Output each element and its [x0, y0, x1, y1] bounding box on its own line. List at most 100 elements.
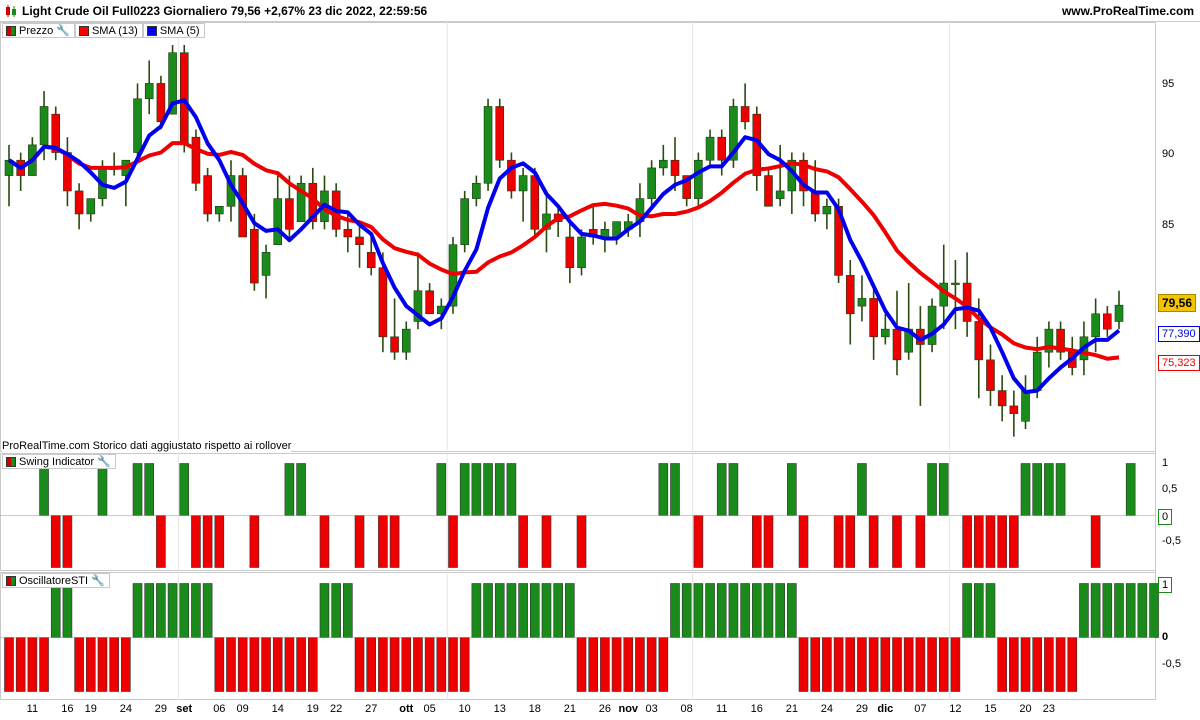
- sma13-value-tag: 75,323: [1158, 355, 1200, 371]
- osc-bar: [401, 637, 412, 692]
- x-tick-label: 13: [493, 703, 506, 715]
- osc-bar: [144, 583, 155, 638]
- swing-bar: [296, 463, 306, 516]
- candle-body: [705, 136, 715, 161]
- legend-price[interactable]: Prezzo 🔧: [2, 23, 75, 38]
- candle-body: [869, 298, 878, 338]
- legend-sma13[interactable]: SMA (13): [74, 23, 143, 38]
- candle-body: [191, 136, 201, 184]
- osc-bar: [1067, 637, 1078, 692]
- osc-bar: [97, 637, 108, 692]
- osc-tick-1: 1: [1158, 577, 1173, 593]
- x-tick-label: 22: [330, 703, 343, 715]
- osc-bar: [378, 637, 388, 692]
- x-tick-label: 21: [785, 703, 798, 715]
- swing-bar: [436, 463, 447, 516]
- swing-bar: [985, 515, 996, 568]
- osc-bar: [553, 583, 563, 638]
- legend-osc[interactable]: OscillatoreSTI 🔧: [2, 573, 110, 588]
- legend-swing[interactable]: Swing Indicator 🔧: [2, 454, 116, 469]
- candle-body: [659, 159, 668, 169]
- osc-bar: [448, 637, 458, 692]
- swing-bar: [448, 515, 458, 568]
- swing-bar: [997, 515, 1007, 568]
- osc-bar: [249, 637, 260, 692]
- x-tick-label: 15: [984, 703, 997, 715]
- osc-bar: [62, 583, 73, 638]
- osc-bar: [4, 637, 14, 692]
- candle-body: [1091, 313, 1100, 338]
- x-tick-label: 07: [914, 703, 927, 715]
- x-tick-label: 05: [423, 703, 436, 715]
- osc-bar: [74, 637, 84, 692]
- osc-bar: [541, 583, 552, 638]
- sma13-line: [7, 141, 1120, 361]
- swing-bar: [1020, 463, 1031, 516]
- osc-bar: [681, 583, 692, 638]
- swing-bar: [191, 515, 201, 568]
- swing-bar: [787, 463, 797, 516]
- swing-bar: [156, 515, 166, 568]
- swing-tick-05: 0,5: [1162, 483, 1178, 495]
- osc-bar: [565, 583, 575, 638]
- candle-body: [1009, 405, 1019, 414]
- x-tick-label: 12: [949, 703, 962, 715]
- price-legend: Prezzo 🔧 SMA (13) SMA (5): [2, 23, 205, 39]
- osc-bar: [121, 637, 131, 692]
- candle-body: [717, 136, 727, 161]
- swing-bar: [962, 515, 972, 568]
- osc-bar: [646, 637, 657, 692]
- candle-body: [133, 98, 142, 153]
- wrench-icon[interactable]: 🔧: [91, 574, 105, 587]
- osc-swatch-icon: [6, 575, 16, 586]
- wrench-icon[interactable]: 🔧: [56, 24, 70, 37]
- osc-bar: [915, 637, 926, 692]
- swing-bar: [751, 515, 762, 568]
- osc-bar: [763, 583, 774, 638]
- x-tick-label: 14: [271, 703, 284, 715]
- osc-bar: [728, 583, 739, 638]
- candle-body: [144, 83, 154, 100]
- swing-bar: [494, 463, 505, 516]
- x-tick-label: set: [176, 703, 193, 715]
- candle-body: [997, 390, 1007, 407]
- candle-body: [343, 229, 353, 238]
- swing-bar: [833, 515, 844, 568]
- osc-bar: [927, 637, 937, 692]
- osc-bar: [693, 583, 704, 638]
- candle-body: [986, 359, 995, 391]
- swing-bar: [716, 463, 727, 516]
- osc-bar: [600, 637, 610, 692]
- candle-body: [647, 167, 656, 199]
- swing-bar: [144, 463, 155, 516]
- osc-legend: OscillatoreSTI 🔧: [2, 573, 110, 589]
- x-tick-label: 09: [236, 703, 249, 715]
- osc-bar: [1137, 583, 1148, 638]
- site-link[interactable]: www.ProRealTime.com: [1062, 4, 1194, 18]
- swing-bar: [927, 463, 937, 516]
- legend-sma5[interactable]: SMA (5): [142, 23, 205, 38]
- osc-bar: [576, 637, 587, 692]
- osc-bar: [845, 637, 856, 692]
- candle-body: [530, 175, 540, 230]
- legend-osc-label: OscillatoreSTI: [19, 574, 89, 587]
- osc-bar: [518, 583, 528, 638]
- swing-bar: [202, 515, 213, 568]
- swing-bar: [39, 463, 49, 516]
- osc-bar: [179, 583, 190, 638]
- swing-bar: [938, 463, 949, 516]
- wrench-icon[interactable]: 🔧: [97, 455, 111, 468]
- candle-icon: [6, 25, 16, 36]
- sma5-value-tag: 77,390: [1158, 326, 1200, 342]
- x-tick-label: 19: [84, 703, 97, 715]
- osc-bar: [202, 583, 213, 638]
- candle-body: [425, 290, 434, 315]
- swing-bar: [1055, 463, 1066, 516]
- rollover-note: ProRealTime.com Storico dati aggiustato …: [2, 440, 292, 452]
- swing-bar: [857, 463, 867, 516]
- osc-tick-m05: -0,5: [1162, 658, 1181, 670]
- candle-body: [927, 305, 937, 345]
- osc-bar: [389, 637, 400, 692]
- legend-sma13-label: SMA (13): [91, 24, 138, 37]
- osc-bar: [156, 583, 166, 638]
